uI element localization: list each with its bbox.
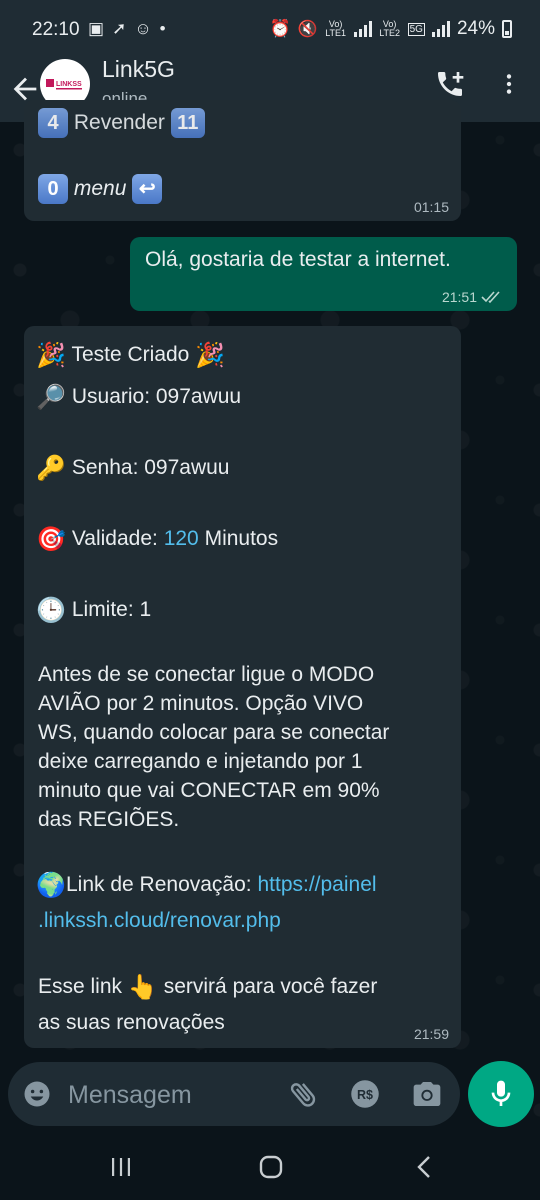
- return-arrow-icon: ↩: [132, 174, 163, 205]
- notification-icons: ▣ ➚ ☺ •: [88, 18, 166, 40]
- party-popper-icon: 🎉: [195, 341, 226, 369]
- dot-icon: •: [159, 19, 166, 38]
- title-line: 🎉 Teste Criado 🎉: [36, 341, 226, 369]
- emoji-icon[interactable]: [22, 1079, 52, 1109]
- home-icon[interactable]: [256, 1152, 286, 1182]
- target-icon: 🎯: [36, 525, 66, 553]
- rocket-icon: ➚: [112, 19, 127, 38]
- renewal-link[interactable]: https://painel: [257, 873, 376, 896]
- signal1-icon: [353, 21, 372, 37]
- clock-icon: 🕒: [36, 596, 66, 624]
- paperclip-icon[interactable]: [286, 1077, 320, 1111]
- globe-icon: 🌍: [36, 871, 66, 899]
- menu-label: menu: [73, 177, 127, 200]
- message-bubble-incoming[interactable]: 4 Revender 11 0 menu ↩ 01:15: [24, 100, 461, 221]
- renewal-line: 🌍Link de Renovação: https://painel .link…: [36, 870, 456, 935]
- limit-line: 🕒 Limite: 1: [36, 596, 152, 624]
- message-text: Olá, gostaria de testar a internet.: [145, 248, 451, 271]
- alarm-icon: ⏰: [269, 19, 291, 38]
- user-line: 🔎 Usuario: 097awuu: [36, 383, 242, 411]
- network-5g: 5G: [407, 22, 425, 36]
- key-4-icon: 4: [38, 108, 68, 139]
- recents-icon[interactable]: [106, 1152, 136, 1182]
- message-input[interactable]: [68, 1078, 278, 1112]
- more-vertical-icon[interactable]: [496, 68, 522, 100]
- battery-percent: 24%: [456, 18, 495, 39]
- battery-icon: [502, 20, 512, 38]
- key-11-icon: 11: [170, 108, 205, 139]
- message-time: 01:15: [413, 199, 449, 215]
- key-icon: 🔑: [36, 454, 66, 482]
- mute-icon: 🔇: [297, 21, 318, 38]
- svg-text:LINKSS: LINKSS: [56, 81, 82, 88]
- system-icons: ⏰ 🔇 Vo) LTE1 Vo) LTE2 5G 24%: [270, 18, 512, 40]
- validity-line: 🎯 Validade: 120 Minutos: [36, 525, 279, 553]
- pointing-hand-icon: 👆: [127, 973, 158, 1001]
- payment-icon[interactable]: R$: [350, 1079, 380, 1109]
- robot-icon: ☺: [134, 19, 152, 38]
- message-time: 21:59: [413, 1026, 449, 1042]
- magnifier-icon: 🔎: [36, 383, 66, 411]
- sim2-label: Vo) LTE2: [379, 19, 401, 38]
- microphone-button[interactable]: [468, 1061, 534, 1127]
- gallery-icon: ▣: [88, 19, 105, 38]
- closing-text: Esse link 👆 servirá para você fazer as s…: [38, 973, 378, 1034]
- status-time: 22:10: [32, 19, 80, 40]
- status-bar: 22:10 ▣ ➚ ☺ • ⏰ 🔇 Vo) LTE1 Vo) LTE2 5G 2…: [0, 0, 540, 58]
- message-bubble-incoming[interactable]: 🎉 Teste Criado 🎉 🔎 Usuario: 097awuu 🔑 Se…: [24, 326, 461, 1048]
- key-0-icon: 0: [38, 174, 68, 205]
- validity-value[interactable]: 120: [164, 527, 199, 550]
- microphone-icon: [491, 1080, 511, 1106]
- sim1-label: Vo) LTE1: [325, 19, 347, 38]
- signal2-icon: [431, 21, 450, 37]
- party-popper-icon: 🎉: [36, 341, 66, 369]
- renewal-link-cont[interactable]: .linkssh.cloud/renovar.php: [36, 906, 456, 935]
- contact-name[interactable]: Link5G: [102, 56, 175, 83]
- nav-back-icon[interactable]: [410, 1152, 440, 1182]
- call-add-icon[interactable]: [434, 68, 466, 100]
- message-bubble-outgoing[interactable]: Olá, gostaria de testar a internet. 21:5…: [130, 237, 517, 311]
- camera-icon[interactable]: [410, 1078, 444, 1110]
- double-check-icon: [481, 291, 500, 304]
- instructions-text: Antes de se conectar ligue o MODO AVIÃO …: [38, 663, 390, 831]
- menu-line: 0 menu ↩: [38, 174, 163, 205]
- message-partial-line: 4 Revender 11: [38, 108, 205, 139]
- svg-text:R$: R$: [357, 1088, 373, 1102]
- password-line: 🔑 Senha: 097awuu: [36, 454, 230, 482]
- brand-logo: LINKSS: [46, 79, 82, 90]
- message-time: 21:51: [442, 289, 503, 305]
